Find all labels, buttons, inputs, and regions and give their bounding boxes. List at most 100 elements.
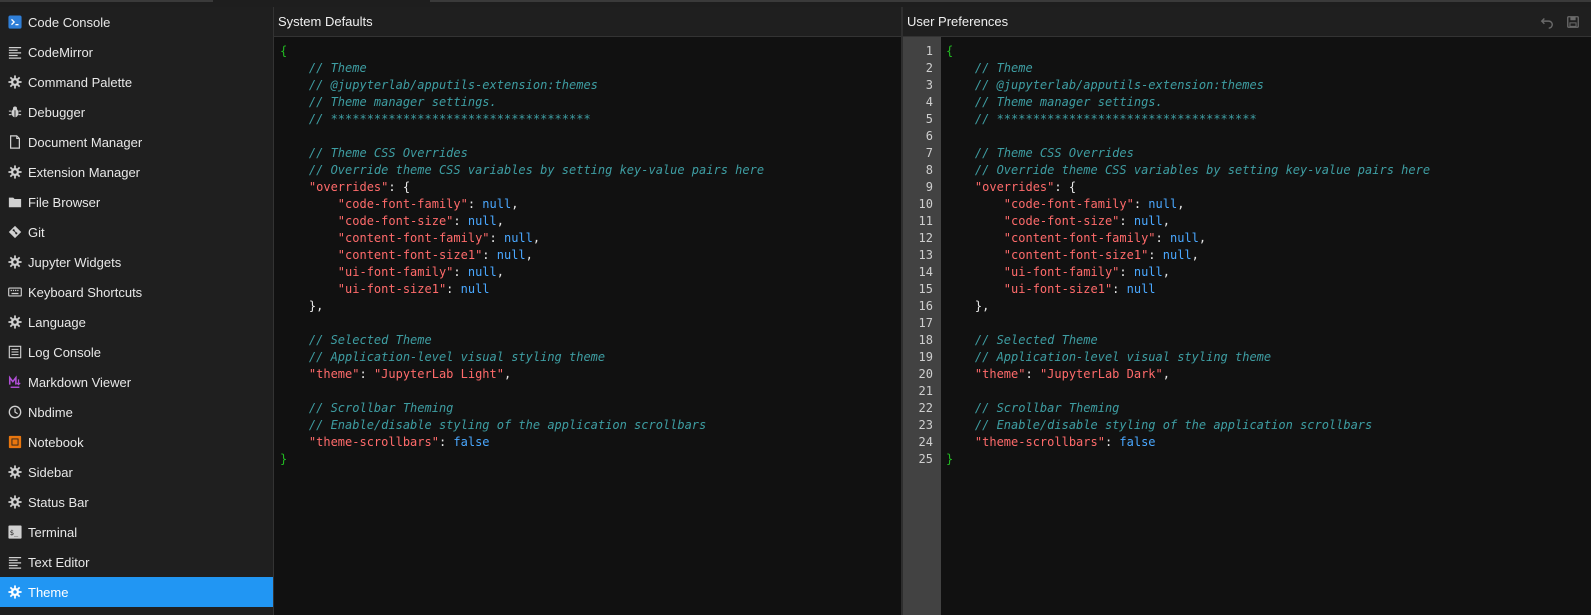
code-token-ws <box>280 435 309 449</box>
code-line: // Scrollbar Theming <box>280 400 764 417</box>
code-token-punct: , <box>1191 248 1199 262</box>
code-token-punct: : <box>438 435 454 449</box>
line-number: 15 <box>918 282 933 296</box>
code-token-comment: // Override theme CSS variables by setti… <box>308 163 765 177</box>
code-token-null: null <box>503 231 533 245</box>
git-icon <box>7 225 22 240</box>
sidebar-item-code-console[interactable]: Code Console <box>0 7 273 37</box>
code-line: ​ <box>280 128 764 145</box>
notebook-icon <box>7 435 22 450</box>
code-line: // ************************************ <box>280 111 764 128</box>
save-icon[interactable] <box>1565 14 1581 30</box>
line-number: 7 <box>925 146 933 160</box>
code-token-ws <box>946 333 975 347</box>
code-line: // Theme <box>280 60 764 77</box>
code-token-comment: // Enable/disable styling of the applica… <box>308 418 707 432</box>
user-preferences-panel: User Preferences 1 2 3 4 5 6 7 8 9 10 11 12 13 14 15 16… <box>903 7 1591 615</box>
code-token-punct: : <box>1025 367 1040 381</box>
line-number: 4 <box>925 95 933 109</box>
code-token-comment: // ************************************ <box>308 112 591 126</box>
terminal-icon: $_ <box>7 525 22 540</box>
code-token-key: "overrides" <box>308 180 389 194</box>
code-token-ws <box>280 146 309 160</box>
code-token-comment: // Application-level visual styling them… <box>974 350 1272 364</box>
code-line: "code-font-size": null, <box>946 213 1430 230</box>
code-line: // Override theme CSS variables by setti… <box>946 162 1430 179</box>
sidebar-item-file-browser[interactable]: File Browser <box>0 187 273 217</box>
sidebar-item-label: Text Editor <box>28 554 90 570</box>
code-token-null: null <box>1162 248 1192 262</box>
clock-icon <box>7 405 22 420</box>
sidebar-item-text-editor[interactable]: Text Editor <box>0 547 273 577</box>
line-number: 1 <box>925 44 933 58</box>
code-line: "ui-font-size1": null <box>280 281 764 298</box>
sidebar-item-label: Log Console <box>28 344 101 360</box>
code-token-ws <box>280 367 309 381</box>
editor-actions <box>1539 7 1581 37</box>
code-line: ​ <box>946 128 1430 145</box>
code-token-punct: , <box>1162 367 1170 381</box>
sidebar-item-terminal[interactable]: $_ Terminal <box>0 517 273 547</box>
settings-sidebar: Code Console CodeMirror Command Palette Deb… <box>0 7 274 615</box>
code-token-ws <box>946 146 975 160</box>
code-token-punct: : <box>1148 248 1163 262</box>
code-token-key: "content-font-size1" <box>337 248 483 262</box>
code-line: "overrides": { <box>280 179 764 196</box>
code-token-punct: : <box>467 197 483 211</box>
sidebar-item-language[interactable]: Language <box>0 307 273 337</box>
code-token-ws <box>280 78 309 92</box>
sidebar-item-nbdime[interactable]: Nbdime <box>0 397 273 427</box>
line-number: 20 <box>918 367 933 381</box>
user-preferences-code[interactable]: { // Theme // @jupyterlab/apputils-exten… <box>946 43 1430 468</box>
code-line: { <box>946 43 1430 60</box>
code-token-punct: : <box>1119 265 1134 279</box>
undo-icon[interactable] <box>1539 14 1555 30</box>
sidebar-item-sidebar[interactable]: Sidebar <box>0 457 273 487</box>
sidebar-item-label: Notebook <box>28 434 84 450</box>
line-number: 25 <box>918 452 933 466</box>
folder-icon <box>7 195 22 210</box>
code-token-comment: // Override theme CSS variables by setti… <box>974 163 1431 177</box>
sidebar-item-keyboard-shortcuts[interactable]: Keyboard Shortcuts <box>0 277 273 307</box>
line-number: 21 <box>918 384 933 398</box>
code-line: // Theme manager settings. <box>946 94 1430 111</box>
code-token-ws <box>280 197 338 211</box>
text-lines-icon <box>7 45 22 60</box>
code-token-ws <box>946 180 975 194</box>
svg-text:$_: $_ <box>9 529 18 537</box>
sidebar-item-command-palette[interactable]: Command Palette <box>0 67 273 97</box>
sidebar-item-document-manager[interactable]: Document Manager <box>0 127 273 157</box>
code-line: ​ <box>280 383 764 400</box>
line-number: 14 <box>918 265 933 279</box>
sidebar-item-jupyter-widgets[interactable]: Jupyter Widgets <box>0 247 273 277</box>
sidebar-item-debugger[interactable]: Debugger <box>0 97 273 127</box>
sidebar-item-label: Jupyter Widgets <box>28 254 122 270</box>
sidebar-item-markdown-viewer[interactable]: Markdown Viewer <box>0 367 273 397</box>
sidebar-item-codemirror[interactable]: CodeMirror <box>0 37 273 67</box>
code-token-ws <box>280 112 309 126</box>
code-token-key: "overrides" <box>974 180 1055 194</box>
code-token-ws <box>280 350 309 364</box>
system-defaults-code: { // Theme // @jupyterlab/apputils-exten… <box>280 43 764 468</box>
gear-icon <box>7 465 22 480</box>
sidebar-item-git[interactable]: Git <box>0 217 273 247</box>
code-token-ws <box>280 180 309 194</box>
code-token-key: "theme-scrollbars" <box>308 435 439 449</box>
code-token-ws <box>280 95 309 109</box>
system-defaults-title: System Defaults <box>278 14 373 29</box>
code-line: // Enable/disable styling of the applica… <box>946 417 1430 434</box>
sidebar-item-notebook[interactable]: Notebook <box>0 427 273 457</box>
code-token-comment: // Scrollbar Theming <box>974 401 1120 415</box>
sidebar-item-extension-manager[interactable]: Extension Manager <box>0 157 273 187</box>
sidebar-item-status-bar[interactable]: Status Bar <box>0 487 273 517</box>
code-token-punct: : <box>489 231 504 245</box>
sidebar-item-label: Debugger <box>28 104 86 120</box>
code-token-null: false <box>453 435 490 449</box>
code-token-key: "code-font-family" <box>1003 197 1134 211</box>
code-token-ws <box>946 435 975 449</box>
sidebar-item-theme[interactable]: Theme <box>0 577 273 607</box>
code-token-null: null <box>1133 214 1163 228</box>
sidebar-item-log-console[interactable]: Log Console <box>0 337 273 367</box>
code-token-punct: : <box>359 367 374 381</box>
code-line: // Selected Theme <box>280 332 764 349</box>
